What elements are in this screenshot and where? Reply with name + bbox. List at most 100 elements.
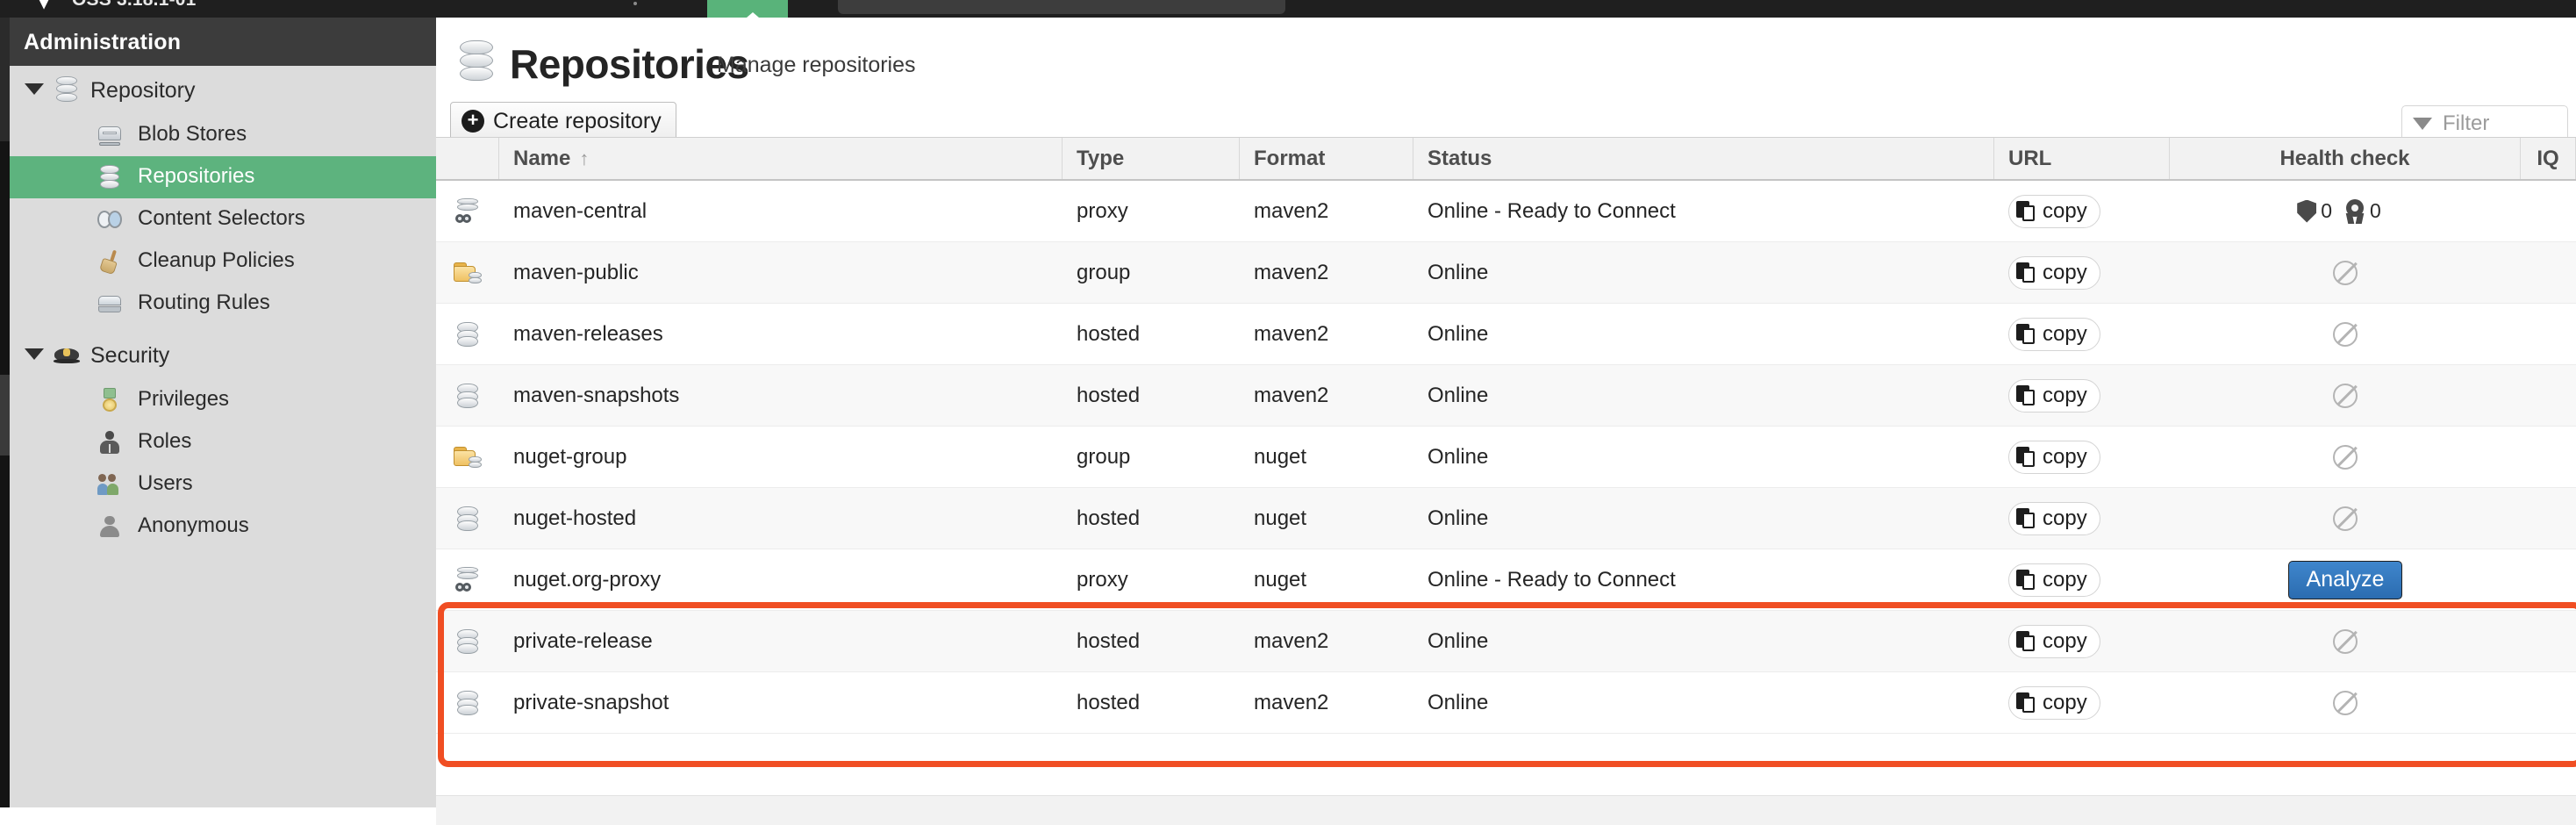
table-row[interactable]: private-snapshothostedmaven2Onlinecopy — [436, 672, 2576, 734]
hosted-repository-icon — [454, 628, 482, 655]
copy-icon — [2016, 692, 2036, 714]
global-search-input[interactable] — [838, 0, 1285, 14]
table-footer — [436, 795, 2576, 825]
column-header-health[interactable]: Health check — [2170, 138, 2521, 179]
column-header-icon[interactable] — [436, 138, 499, 179]
rosette-count: 0 — [2370, 199, 2381, 223]
column-header-format[interactable]: Format — [1240, 138, 1413, 179]
column-header-type[interactable]: Type — [1063, 138, 1240, 179]
cell-health — [2170, 488, 2521, 549]
sidebar-item-label: Blob Stores — [138, 122, 247, 147]
blob-store-icon — [97, 123, 122, 147]
security-cap-icon — [54, 341, 80, 368]
cell-icon — [436, 365, 499, 426]
cell-text: maven2 — [1254, 199, 1328, 224]
sidebar-item-privileges[interactable]: Privileges — [10, 379, 436, 421]
sort-ascending-icon[interactable]: ↑ — [579, 147, 589, 170]
sidebar-group-label: Repository — [90, 78, 196, 104]
copy-url-button[interactable]: copy — [2008, 318, 2100, 351]
sidebar-item-content-selectors[interactable]: Content Selectors — [10, 198, 436, 240]
health-check-cell-content — [2333, 322, 2358, 347]
copy-url-button[interactable]: copy — [2008, 256, 2100, 290]
table-row[interactable]: nuget-groupgroupnugetOnlinecopy — [436, 427, 2576, 488]
column-header-name[interactable]: Name↑ — [499, 138, 1063, 179]
left-rail-segment — [0, 18, 10, 141]
cell-iq — [2521, 365, 2576, 426]
cell-status: Online — [1413, 611, 1994, 671]
health-check-cell-content: 00 — [2297, 199, 2394, 224]
copy-url-button[interactable]: copy — [2008, 195, 2100, 228]
page-subtitle: Manage repositories — [717, 53, 916, 78]
copy-url-button[interactable]: copy — [2008, 379, 2100, 412]
group-repository-icon — [454, 260, 482, 286]
column-header-iq[interactable]: IQ — [2521, 138, 2576, 179]
copy-url-button[interactable]: copy — [2008, 502, 2100, 535]
analyze-button[interactable]: Analyze — [2288, 561, 2403, 599]
hosted-repository-icon — [454, 506, 482, 532]
copy-url-button[interactable]: copy — [2008, 441, 2100, 474]
table-row[interactable]: private-releasehostedmaven2Onlinecopy — [436, 611, 2576, 672]
sidebar-group-security[interactable]: Security — [10, 331, 436, 379]
table-row[interactable]: maven-centralproxymaven2Online - Ready t… — [436, 181, 2576, 242]
chevron-down-icon[interactable] — [25, 83, 44, 95]
table-row[interactable]: maven-snapshotshostedmaven2Onlinecopy — [436, 365, 2576, 427]
cell-type: hosted — [1063, 304, 1240, 364]
cell-iq — [2521, 242, 2576, 303]
cell-icon — [436, 672, 499, 733]
sidebar-item-users[interactable]: Users — [10, 463, 436, 506]
cell-text: group — [1077, 261, 1130, 285]
cell-text: hosted — [1077, 506, 1140, 531]
hosted-repository-icon — [454, 690, 482, 716]
create-repository-button[interactable]: + Create repository — [450, 102, 676, 140]
plus-circle-icon: + — [462, 110, 484, 133]
cell-text: maven2 — [1254, 629, 1328, 654]
sidebar-title: Administration — [24, 30, 181, 55]
sidebar-item-blob-stores[interactable]: Blob Stores — [10, 114, 436, 156]
table-row[interactable]: maven-releaseshostedmaven2Onlinecopy — [436, 304, 2576, 365]
sidebar-item-anonymous[interactable]: Anonymous — [10, 506, 436, 548]
cell-health — [2170, 611, 2521, 671]
active-top-tab-indicator[interactable] — [707, 0, 788, 18]
sidebar-item-repositories[interactable]: Repositories — [10, 156, 436, 198]
cell-format: maven2 — [1240, 672, 1413, 733]
copy-url-button[interactable]: copy — [2008, 686, 2100, 720]
sidebar-group-repository[interactable]: Repository — [10, 66, 436, 114]
cell-type: group — [1063, 427, 1240, 487]
copy-icon — [2016, 262, 2036, 283]
column-header-status[interactable]: Status — [1413, 138, 1994, 179]
copy-icon — [2016, 324, 2036, 345]
cell-url: copy — [1994, 365, 2170, 426]
cell-format: maven2 — [1240, 181, 1413, 241]
cell-text: Online — [1428, 691, 1488, 715]
table-row[interactable]: nuget.org-proxyproxynugetOnline - Ready … — [436, 549, 2576, 611]
cell-iq — [2521, 549, 2576, 610]
copy-button-label: copy — [2043, 568, 2087, 592]
chevron-down-icon[interactable] — [25, 348, 44, 360]
copy-icon — [2016, 508, 2036, 529]
cell-text: Online - Ready to Connect — [1428, 568, 1676, 592]
table-row[interactable]: nuget-hostedhostednugetOnlinecopy — [436, 488, 2576, 549]
sidebar-item-routing-rules[interactable]: Routing Rules — [10, 283, 436, 325]
sidebar-item-roles[interactable]: Roles — [10, 421, 436, 463]
broom-icon — [97, 249, 122, 274]
column-header-label: IQ — [2537, 147, 2558, 171]
cell-format: nuget — [1240, 488, 1413, 549]
sidebar-item-label: Content Selectors — [138, 206, 305, 231]
cell-name: nuget.org-proxy — [499, 549, 1063, 610]
routing-rules-icon — [97, 291, 122, 316]
copy-button-label: copy — [2043, 445, 2087, 470]
cell-iq — [2521, 488, 2576, 549]
nexus-chevron-logo-icon[interactable]: ▼ — [19, 0, 68, 16]
cell-text: maven-snapshots — [513, 384, 679, 408]
copy-url-button[interactable]: copy — [2008, 563, 2100, 597]
cell-url: copy — [1994, 242, 2170, 303]
cell-iq — [2521, 672, 2576, 733]
table-row[interactable]: maven-publicgroupmaven2Onlinecopy — [436, 242, 2576, 304]
copy-url-button[interactable]: copy — [2008, 625, 2100, 658]
cell-text: Online — [1428, 629, 1488, 654]
sidebar-item-cleanup-policies[interactable]: Cleanup Policies — [10, 240, 436, 283]
cell-icon — [436, 304, 499, 364]
column-header-url[interactable]: URL — [1994, 138, 2170, 179]
no-entry-icon — [2333, 322, 2358, 347]
cell-health: Analyze — [2170, 549, 2521, 610]
